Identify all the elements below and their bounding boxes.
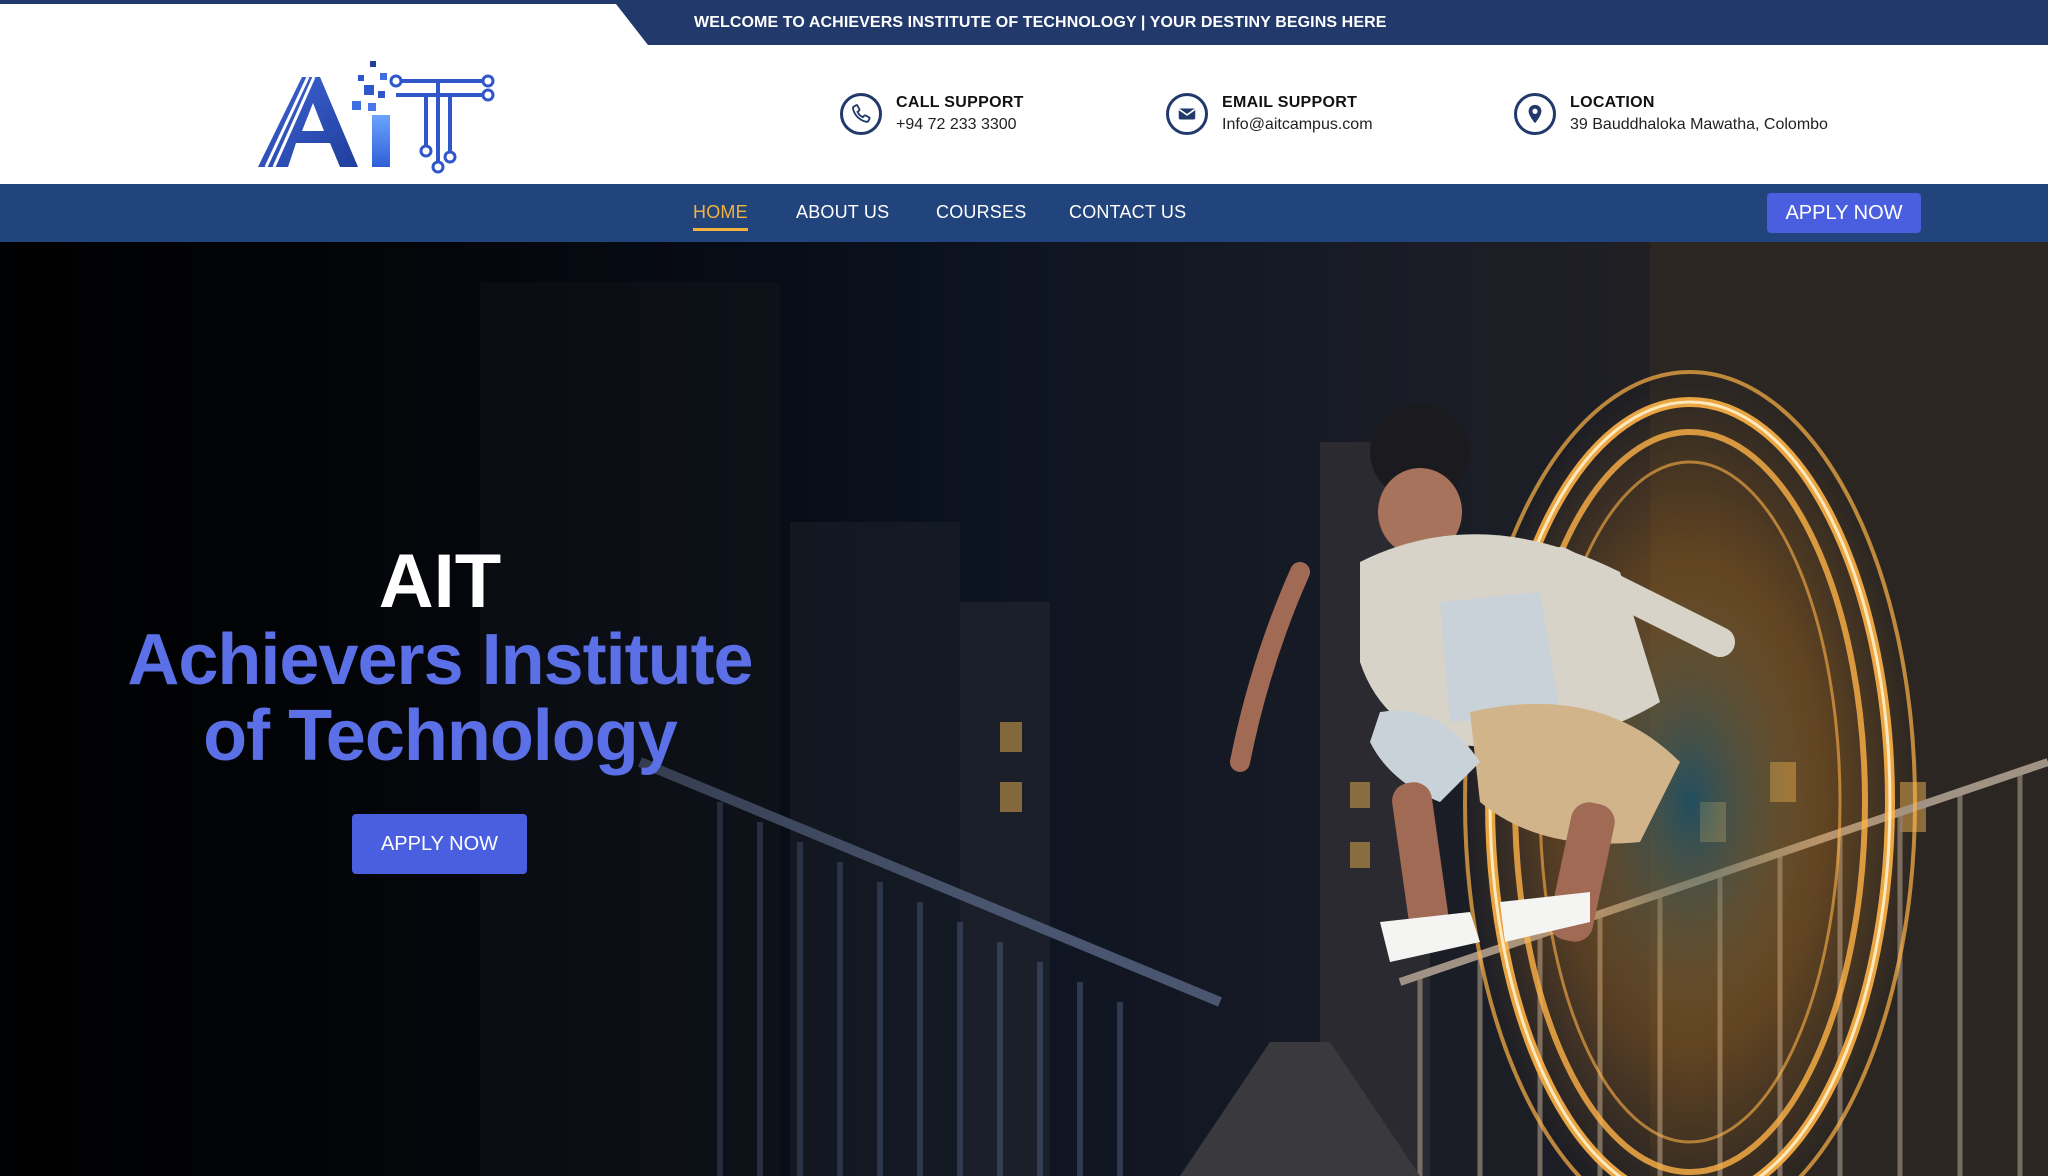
hero-heading-block: AIT Achievers Institute of Technology bbox=[110, 539, 770, 776]
nav-item-about-us[interactable]: ABOUT US bbox=[796, 202, 889, 223]
location-pin-icon bbox=[1514, 93, 1556, 135]
hero-apply-now-button[interactable]: APPLY NOW bbox=[352, 814, 527, 874]
nav-item-contact-us[interactable]: CONTACT US bbox=[1069, 202, 1186, 223]
hero-section: AIT Achievers Institute of Technology AP… bbox=[0, 242, 2048, 1176]
announcement-text: WELCOME TO ACHIEVERS INSTITUTE OF TECHNO… bbox=[694, 14, 1387, 31]
announcement-bar-notch bbox=[0, 4, 640, 45]
location-title: LOCATION bbox=[1570, 94, 1655, 111]
email-support-address[interactable]: Info@aitcampus.com bbox=[1222, 116, 1373, 134]
call-support-phone[interactable]: +94 72 233 3300 bbox=[896, 116, 1024, 134]
hero-title: AIT bbox=[378, 539, 502, 624]
ait-logo[interactable] bbox=[258, 55, 498, 177]
contact-location: LOCATION 39 Bauddhaloka Mawatha, Colombo bbox=[1514, 91, 1828, 137]
nav-apply-now-button[interactable]: APPLY NOW bbox=[1767, 193, 1921, 233]
email-icon bbox=[1166, 93, 1208, 135]
call-support-title: CALL SUPPORT bbox=[896, 94, 1024, 111]
hero-subtitle-line-2: of Technology bbox=[203, 696, 678, 776]
nav-item-courses[interactable]: COURSES bbox=[936, 202, 1026, 223]
nav-item-label: COURSES bbox=[936, 202, 1027, 222]
location-address: 39 Bauddhaloka Mawatha, Colombo bbox=[1570, 116, 1828, 133]
contact-call-support: CALL SUPPORT +94 72 233 3300 bbox=[840, 91, 1024, 137]
active-underline bbox=[693, 228, 748, 231]
nav-item-label: CONTACT US bbox=[1069, 202, 1187, 222]
phone-icon bbox=[840, 93, 882, 135]
main-navigation: HOME ABOUT US COURSES CONTACT US APPLY N… bbox=[0, 184, 2048, 242]
site-header: CALL SUPPORT +94 72 233 3300 EMAIL SUPPO… bbox=[0, 45, 2048, 184]
announcement-bar: WELCOME TO ACHIEVERS INSTITUTE OF TECHNO… bbox=[0, 0, 2048, 45]
nav-item-home[interactable]: HOME bbox=[693, 202, 748, 231]
nav-item-label: HOME bbox=[693, 202, 748, 222]
email-support-title: EMAIL SUPPORT bbox=[1222, 94, 1358, 111]
contact-email-support: EMAIL SUPPORT Info@aitcampus.com bbox=[1166, 91, 1373, 137]
nav-item-label: ABOUT US bbox=[796, 202, 890, 222]
hero-subtitle-line-1: Achievers Institute bbox=[127, 620, 753, 700]
